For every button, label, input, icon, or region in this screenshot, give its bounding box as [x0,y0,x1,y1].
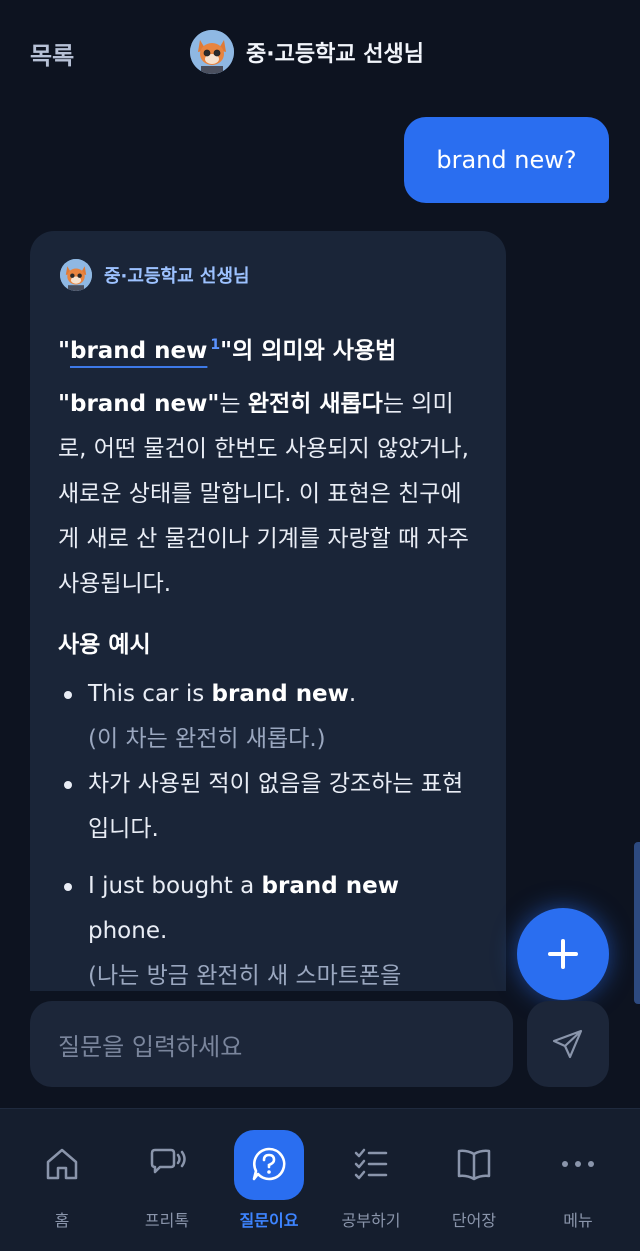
send-icon [552,1029,583,1059]
bot-name: 중·고등학교 선생님 [104,266,250,287]
header-teacher-info: 중·고등학교 선생님 [190,30,424,74]
home-icon [46,1148,78,1180]
checklist-icon [354,1148,388,1180]
top-header: 목록 중·고등학교 선생님 [0,0,640,104]
back-to-list-link[interactable]: 목록 [30,36,74,71]
tab-question[interactable]: 질문이요 [219,1109,319,1251]
footnote-marker[interactable]: 1 [210,337,220,353]
list-item: I just bought a brand new phone. (나는 방금 완… [58,864,478,991]
example-translation: (나는 방금 완전히 새 스마트폰을 [88,963,402,989]
section-heading: 사용 예시 [58,632,151,658]
bot-response-card: 중·고등학교 선생님 "brand new 1"의 의미와 사용법 "brand … [30,231,506,991]
list-item: This car is brand new. (이 차는 완전히 새롭다.) [58,672,478,762]
bot-avatar [60,259,92,291]
scroll-indicator[interactable] [634,842,640,1004]
tab-menu[interactable]: 메뉴 [528,1109,628,1251]
example-list: This car is brand new. (이 차는 완전히 새롭다.) 차가… [58,672,478,991]
list-item: 차가 사용된 적이 없음을 강조하는 표현입니다. [58,762,478,852]
fox-avatar-icon [190,30,234,74]
user-message-bubble: brand new? [404,117,609,203]
answer-paragraph: "brand new"는 완전히 새롭다는 의미로, 어떤 물건이 한번도 사용… [58,391,469,597]
question-input[interactable]: 질문을 입력하세요 [30,1001,513,1087]
book-icon [457,1149,491,1181]
term-link[interactable]: brand new [70,338,207,364]
send-button[interactable] [527,1001,609,1087]
question-bubble-icon [252,1147,286,1181]
tab-freetalk[interactable]: 프리톡 [117,1109,217,1251]
more-icon [562,1161,594,1167]
answer-title: "brand new 1"의 의미와 사용법 [58,337,397,364]
add-fab-button[interactable] [517,908,609,1000]
plus-icon [548,939,578,969]
bottom-tab-bar: 홈 프리톡 질문이요 공부하기 단어장 메뉴 [0,1108,640,1251]
chat-voice-icon [150,1148,186,1174]
teacher-avatar [190,30,234,74]
example-translation: (이 차는 완전히 새롭다.) [88,726,326,752]
tab-home[interactable]: 홈 [12,1109,112,1251]
header-title: 중·고등학교 선생님 [246,42,424,67]
tab-vocabulary[interactable]: 단어장 [424,1109,524,1251]
fox-avatar-icon [60,259,92,291]
tab-study[interactable]: 공부하기 [321,1109,421,1251]
bot-header: 중·고등학교 선생님 [60,259,250,291]
bot-message-body: "brand new 1"의 의미와 사용법 "brand new"는 완전히 새… [58,329,478,991]
